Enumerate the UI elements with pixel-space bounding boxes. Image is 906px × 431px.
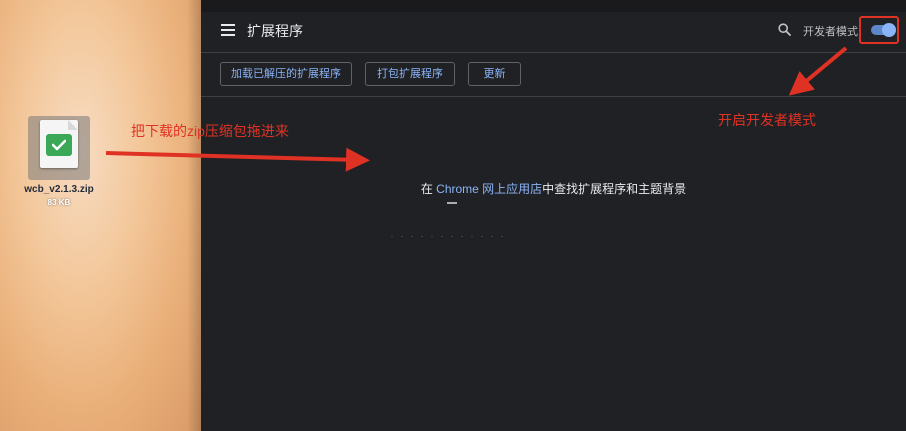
dev-mode-arrow [788,46,848,96]
drag-arrow [105,147,370,172]
annotation-arrows [105,46,848,172]
developer-mode-annotation: 开启开发者模式 [718,112,816,128]
drag-hint-annotation: 把下载的zip压缩包拖进来 [131,123,289,139]
